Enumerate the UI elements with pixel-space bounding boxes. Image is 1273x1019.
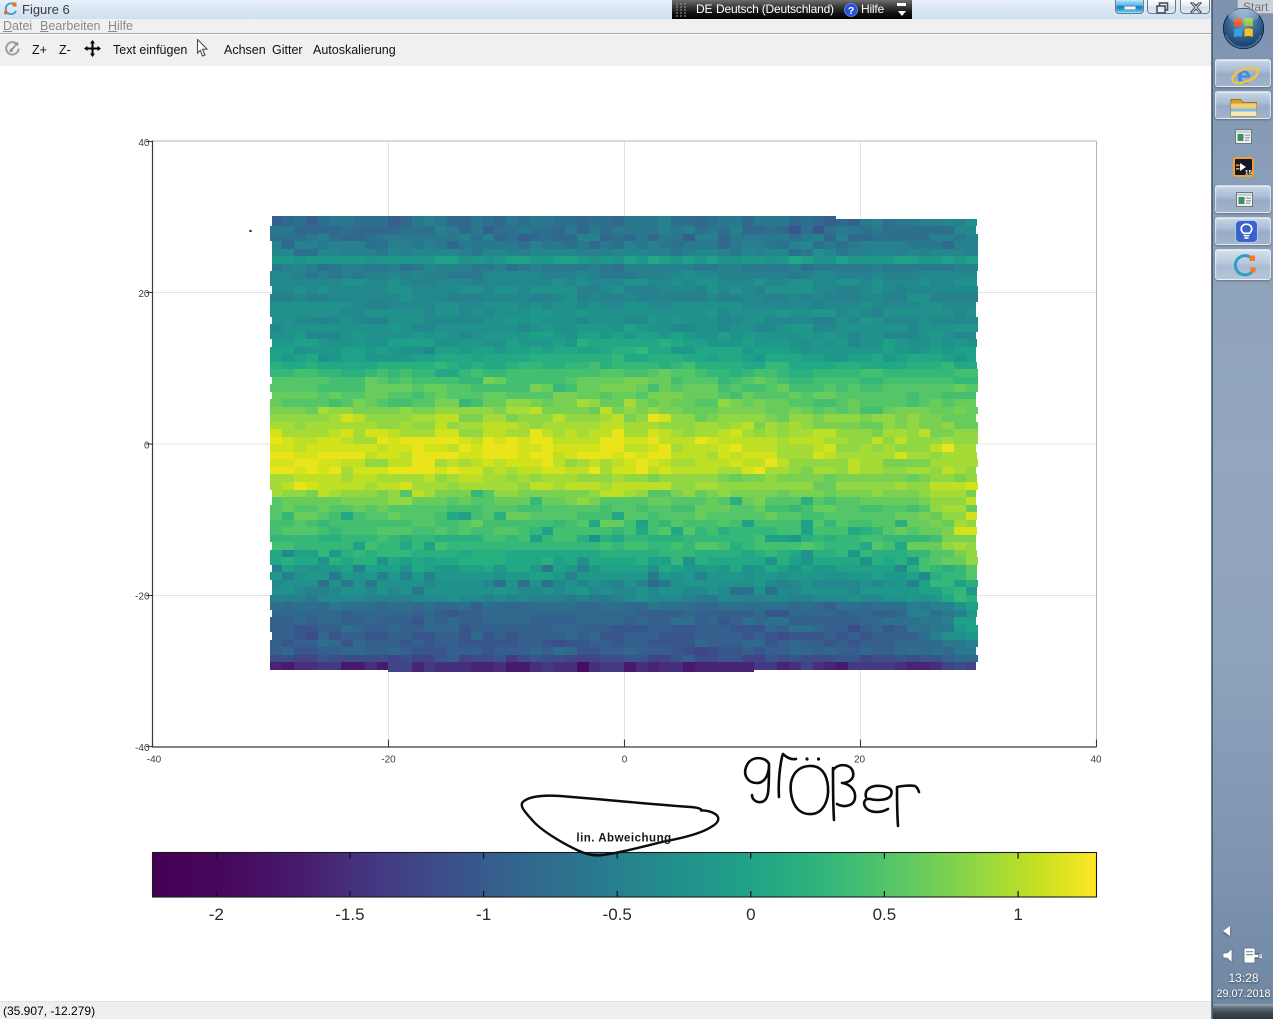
svg-text:40: 40 bbox=[1090, 755, 1102, 766]
svg-text:-20: -20 bbox=[135, 592, 150, 603]
svg-text:lin. Abweichung: lin. Abweichung bbox=[576, 833, 671, 845]
svg-text:15: 15 bbox=[1245, 170, 1253, 177]
svg-text:-2: -2 bbox=[209, 905, 224, 924]
svg-text:-0.5: -0.5 bbox=[603, 905, 632, 924]
svg-text:0: 0 bbox=[622, 755, 628, 766]
svg-text:0: 0 bbox=[144, 441, 150, 452]
svg-text:-20: -20 bbox=[381, 755, 396, 766]
svg-text:20: 20 bbox=[854, 755, 866, 766]
svg-text:40: 40 bbox=[138, 138, 150, 149]
svg-text:1: 1 bbox=[1013, 905, 1022, 924]
svg-text:-40: -40 bbox=[135, 743, 150, 754]
svg-text:0.5: 0.5 bbox=[873, 905, 897, 924]
svg-text:-1.5: -1.5 bbox=[335, 905, 364, 924]
svg-text:-40: -40 bbox=[147, 755, 162, 766]
svg-text:?: ? bbox=[848, 5, 854, 17]
svg-text:0: 0 bbox=[746, 905, 755, 924]
svg-text:-1: -1 bbox=[476, 905, 491, 924]
svg-text:20: 20 bbox=[138, 289, 150, 300]
